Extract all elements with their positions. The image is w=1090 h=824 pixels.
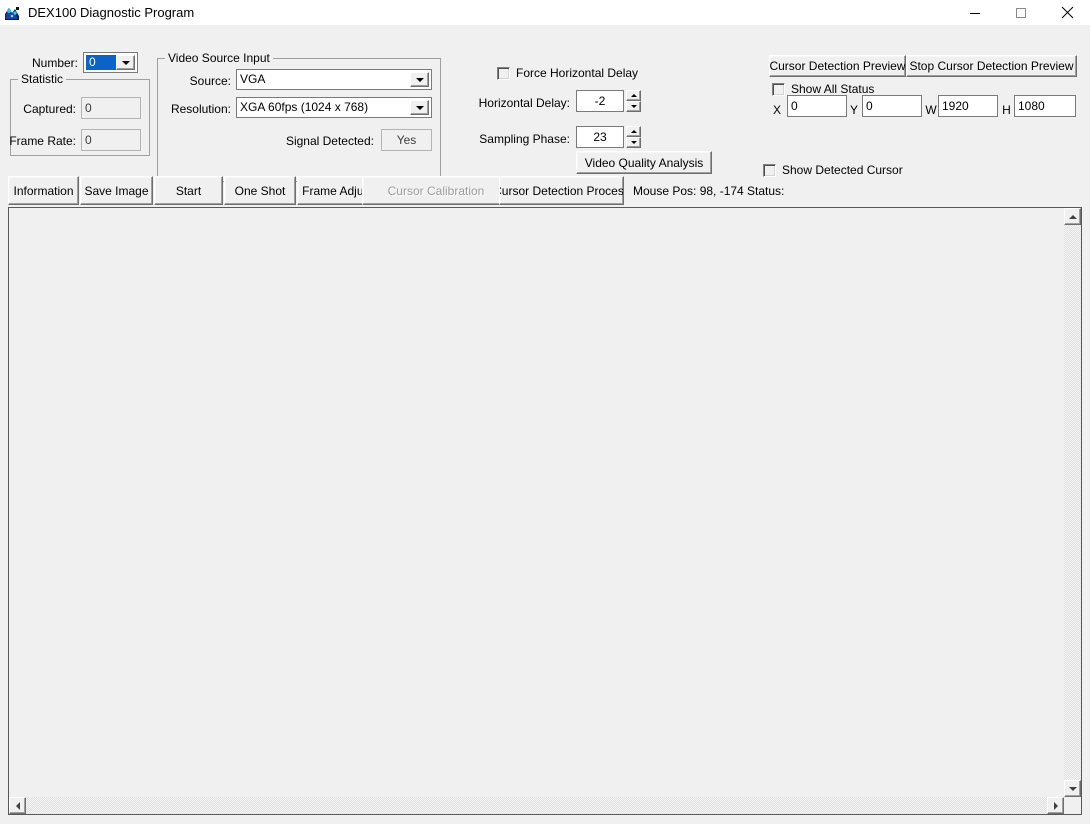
cursor-detection-process-button[interactable]: Cursor Detection Process	[499, 176, 624, 205]
signal-detected-label: Signal Detected:	[285, 134, 374, 148]
video-preview-area[interactable]	[8, 207, 1082, 815]
mouse-pos-status: Mouse Pos: 98, -174	[633, 184, 744, 198]
chevron-down-icon[interactable]	[410, 72, 429, 87]
chevron-down-icon[interactable]	[116, 55, 135, 70]
horizontal-delay-label: Horizontal Delay:	[478, 96, 570, 110]
captured-value: 0	[81, 97, 141, 119]
frame-rate-label: Frame Rate:	[9, 134, 76, 148]
statistic-group-title: Statistic	[18, 72, 67, 86]
maximize-button[interactable]	[998, 1, 1044, 25]
app-icon	[4, 4, 20, 21]
save-image-button[interactable]: Save Image	[80, 176, 153, 205]
spinner-up-icon[interactable]	[626, 126, 641, 137]
force-horizontal-delay-label: Force Horizontal Delay	[516, 66, 639, 80]
window-titlebar: DEX100 Diagnostic Program	[0, 0, 1090, 26]
w-input[interactable]: 1920	[938, 95, 998, 117]
source-combo[interactable]: VGA	[236, 69, 432, 90]
show-detected-cursor-label: Show Detected Cursor	[782, 163, 903, 177]
cursor-calibration-button: Cursor Calibration	[362, 176, 510, 205]
stop-cursor-detection-preview-button[interactable]: Stop Cursor Detection Preview	[906, 55, 1077, 77]
scroll-down-button[interactable]	[1064, 780, 1081, 797]
video-preview-canvas[interactable]	[9, 208, 1064, 797]
scrollbar-corner	[1064, 797, 1081, 814]
signal-detected-value: Yes	[381, 129, 432, 151]
sampling-phase-spinner[interactable]	[626, 126, 641, 148]
horizontal-delay-spinner[interactable]	[626, 90, 641, 112]
show-detected-cursor-checkbox[interactable]: Show Detected Cursor	[763, 163, 903, 177]
sampling-phase-label: Sampling Phase:	[479, 132, 570, 146]
captured-label: Captured:	[23, 102, 76, 116]
checkbox-box	[763, 163, 776, 177]
minimize-icon	[970, 12, 980, 14]
spinner-down-icon[interactable]	[626, 137, 641, 148]
source-combo-value: VGA	[240, 72, 266, 86]
chevron-up-icon	[1068, 214, 1077, 219]
one-shot-button[interactable]: One Shot	[224, 176, 296, 205]
x-label: X	[772, 103, 781, 117]
show-all-status-checkbox[interactable]: Show All Status	[772, 82, 874, 96]
minimize-button[interactable]	[952, 1, 998, 25]
show-all-status-label: Show All Status	[791, 82, 875, 96]
main-client-area: Number: 0 Statistic Captured: 0 Frame Ra…	[0, 25, 1090, 824]
resolution-label: Resolution:	[170, 102, 231, 116]
horizontal-scrollbar-track[interactable]	[9, 797, 1064, 814]
spinner-up-icon[interactable]	[626, 90, 641, 101]
checkbox-box	[497, 66, 510, 80]
spinner-down-icon[interactable]	[626, 101, 641, 112]
close-icon	[1061, 6, 1073, 19]
information-button[interactable]: Information	[8, 176, 79, 205]
force-horizontal-delay-checkbox[interactable]: Force Horizontal Delay	[497, 66, 638, 80]
chevron-down-icon[interactable]	[410, 100, 429, 115]
close-button[interactable]	[1044, 1, 1090, 25]
source-label: Source:	[189, 74, 231, 88]
horizontal-delay-input[interactable]: -2	[576, 90, 624, 112]
maximize-icon	[1016, 7, 1026, 18]
chevron-right-icon	[1053, 801, 1058, 810]
number-combo[interactable]: 0	[83, 52, 138, 73]
cursor-detection-preview-button[interactable]: Cursor Detection Preview	[769, 55, 906, 77]
start-button[interactable]: Start	[154, 176, 223, 205]
scroll-up-button[interactable]	[1064, 208, 1081, 225]
y-label: Y	[849, 103, 858, 117]
vertical-scrollbar-track[interactable]	[1064, 208, 1081, 797]
chevron-left-icon	[15, 801, 20, 810]
w-label: W	[925, 103, 937, 117]
status-label: Status:	[747, 184, 785, 198]
x-input[interactable]: 0	[787, 95, 847, 117]
y-input[interactable]: 0	[862, 95, 922, 117]
resolution-combo[interactable]: XGA 60fps (1024 x 768)	[236, 97, 432, 118]
scroll-left-button[interactable]	[9, 797, 26, 814]
checkbox-box	[772, 82, 785, 96]
resolution-combo-value: XGA 60fps (1024 x 768)	[240, 100, 369, 114]
chevron-down-icon	[1068, 786, 1077, 791]
h-input[interactable]: 1080	[1014, 95, 1076, 117]
number-combo-value: 0	[86, 55, 116, 70]
video-quality-analysis-button[interactable]: Video Quality Analysis	[576, 151, 712, 174]
scroll-right-button[interactable]	[1047, 797, 1064, 814]
frame-rate-value: 0	[81, 129, 141, 151]
window-title: DEX100 Diagnostic Program	[28, 5, 195, 20]
number-label: Number:	[31, 56, 78, 70]
h-label: H	[1002, 103, 1011, 117]
video-source-group-title: Video Source Input	[165, 51, 273, 65]
sampling-phase-input[interactable]: 23	[576, 126, 624, 148]
